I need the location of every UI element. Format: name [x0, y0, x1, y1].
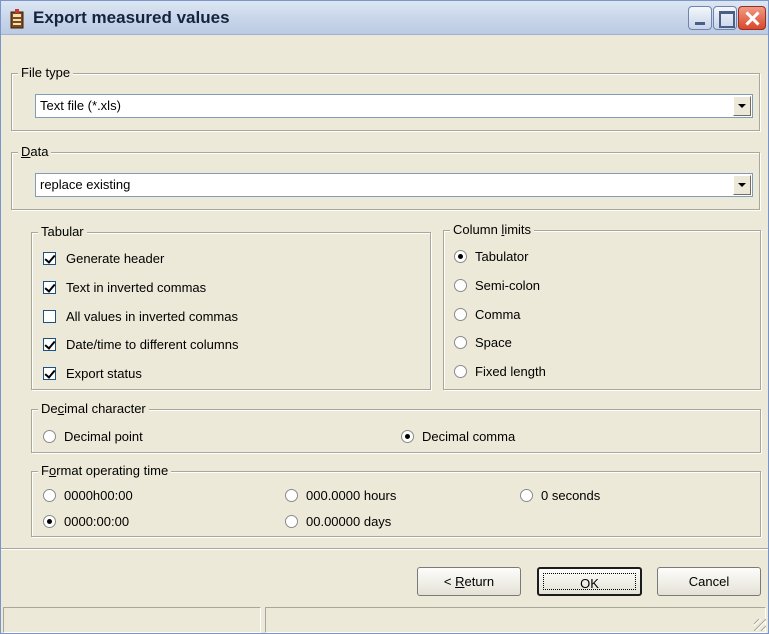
datetime-columns-checkbox[interactable]: Date/time to different columns	[43, 335, 238, 353]
return-label: eturn	[464, 574, 495, 589]
text-inverted-commas-checkbox[interactable]: Text in inverted commas	[43, 278, 206, 296]
hhhh-mm-ss-label: 0000:00:00	[64, 513, 130, 529]
decimal-character-group: Decimal character Decimal point Decimal …	[31, 401, 761, 453]
radio-dot-hours-minutes[interactable]	[43, 488, 56, 502]
return-button[interactable]: < Return	[417, 567, 521, 596]
ok-button[interactable]: OK	[537, 567, 642, 596]
file-type-value: Text file (*.xls)	[40, 98, 121, 113]
checkbox-export-status[interactable]	[43, 366, 56, 380]
radio-dot-decimal-hours[interactable]	[285, 488, 298, 502]
radio-dot-decimal-days[interactable]	[285, 514, 298, 528]
tabulator-label: Tabulator	[475, 248, 529, 264]
radio-decimal-hours[interactable]: 000.0000 hours	[285, 486, 396, 504]
data-value: replace existing	[40, 177, 131, 192]
data-group: Data replace existing	[11, 144, 760, 210]
checkbox-all-values-inverted-commas[interactable]	[43, 309, 56, 323]
radio-space[interactable]: Space	[454, 333, 512, 351]
decimal-comma-label: Decimal comma	[422, 428, 516, 444]
text-inverted-commas-label: Text in inverted commas	[66, 279, 207, 295]
radio-dot-fixed-length[interactable]	[454, 364, 467, 378]
export-status-label: Export status	[66, 365, 142, 381]
generate-header-label: Generate header	[66, 250, 165, 266]
radio-hours-minutes[interactable]: 0000h00:00	[43, 486, 133, 504]
radio-dot-seconds[interactable]	[520, 488, 533, 502]
radio-dot-space[interactable]	[454, 335, 467, 349]
radio-decimal-days[interactable]: 00.00000 days	[285, 512, 391, 530]
checkbox-datetime-columns[interactable]	[43, 337, 56, 351]
export-dialog: Export measured values File type Text fi…	[0, 0, 769, 634]
decimal-point-label: Decimal point	[64, 428, 143, 444]
tabular-label: Tabular	[38, 224, 87, 240]
separator	[1, 548, 768, 550]
cancel-button[interactable]: Cancel	[657, 567, 761, 596]
maximize-icon[interactable]	[713, 6, 737, 30]
radio-dot-decimal-comma[interactable]	[401, 429, 414, 443]
semicolon-label: Semi-colon	[475, 277, 541, 293]
radio-dot-semicolon[interactable]	[454, 278, 467, 292]
radio-decimal-point[interactable]: Decimal point	[43, 427, 143, 445]
all-values-inverted-commas-label: All values in inverted commas	[66, 308, 238, 324]
radio-decimal-comma[interactable]: Decimal comma	[401, 427, 515, 445]
close-icon[interactable]	[738, 6, 766, 30]
decimal-days-label: 00.00000 days	[306, 513, 392, 529]
radio-dot-tabulator[interactable]	[454, 249, 467, 263]
title-bar[interactable]: Export measured values	[1, 1, 768, 35]
datetime-columns-label: Date/time to different columns	[66, 336, 239, 352]
data-label: Data	[18, 144, 52, 160]
minimize-icon[interactable]	[688, 6, 712, 30]
status-pane-right	[265, 607, 766, 633]
ok-label: OK	[543, 573, 636, 591]
radio-seconds[interactable]: 0 seconds	[520, 486, 600, 504]
file-type-select[interactable]: Text file (*.xls)	[35, 94, 753, 118]
format-operating-time-group: Format operating time 0000h00:00 000.000…	[31, 463, 761, 537]
all-values-inverted-commas-checkbox[interactable]: All values in inverted commas	[43, 307, 238, 325]
radio-dot-decimal-point[interactable]	[43, 429, 56, 443]
generate-header-checkbox[interactable]: Generate header	[43, 249, 164, 267]
radio-dot-hhhh-mm-ss[interactable]	[43, 514, 56, 528]
decimal-character-label: Decimal character	[38, 401, 149, 417]
radio-comma[interactable]: Comma	[454, 305, 521, 323]
column-limits-group: Column limits Tabulator Semi-colon Comma…	[443, 222, 761, 390]
status-pane-left	[3, 607, 261, 633]
radio-hhhh-mm-ss[interactable]: 0000:00:00	[43, 512, 129, 530]
export-app-icon	[10, 9, 24, 29]
radio-fixed-length[interactable]: Fixed length	[454, 362, 546, 380]
file-type-group: File type Text file (*.xls)	[11, 65, 760, 131]
format-operating-time-label: Format operating time	[38, 463, 172, 479]
tabular-group: Tabular Generate header Text in inverted…	[31, 224, 431, 390]
radio-tabulator[interactable]: Tabulator	[454, 247, 528, 265]
radio-semicolon[interactable]: Semi-colon	[454, 276, 540, 294]
hours-minutes-label: 0000h00:00	[64, 487, 133, 503]
radio-dot-comma[interactable]	[454, 307, 467, 321]
checkbox-text-inverted-commas[interactable]	[43, 280, 56, 294]
window-title: Export measured values	[33, 8, 230, 27]
seconds-label: 0 seconds	[541, 487, 601, 503]
chevron-down-icon[interactable]	[733, 96, 751, 116]
fixed-length-label: Fixed length	[475, 363, 546, 379]
export-status-checkbox[interactable]: Export status	[43, 364, 142, 382]
comma-label: Comma	[475, 306, 521, 322]
status-bar	[1, 607, 768, 633]
cancel-label: Cancel	[688, 574, 730, 589]
resize-grip-icon[interactable]	[754, 619, 766, 631]
data-select[interactable]: replace existing	[35, 173, 753, 197]
return-arrow: <	[443, 574, 456, 589]
file-type-label: File type	[18, 65, 74, 81]
chevron-down-icon[interactable]	[733, 175, 751, 195]
space-label: Space	[475, 334, 512, 350]
decimal-hours-label: 000.0000 hours	[306, 487, 397, 503]
checkbox-generate-header[interactable]	[43, 251, 56, 265]
column-limits-label: Column limits	[450, 222, 535, 238]
